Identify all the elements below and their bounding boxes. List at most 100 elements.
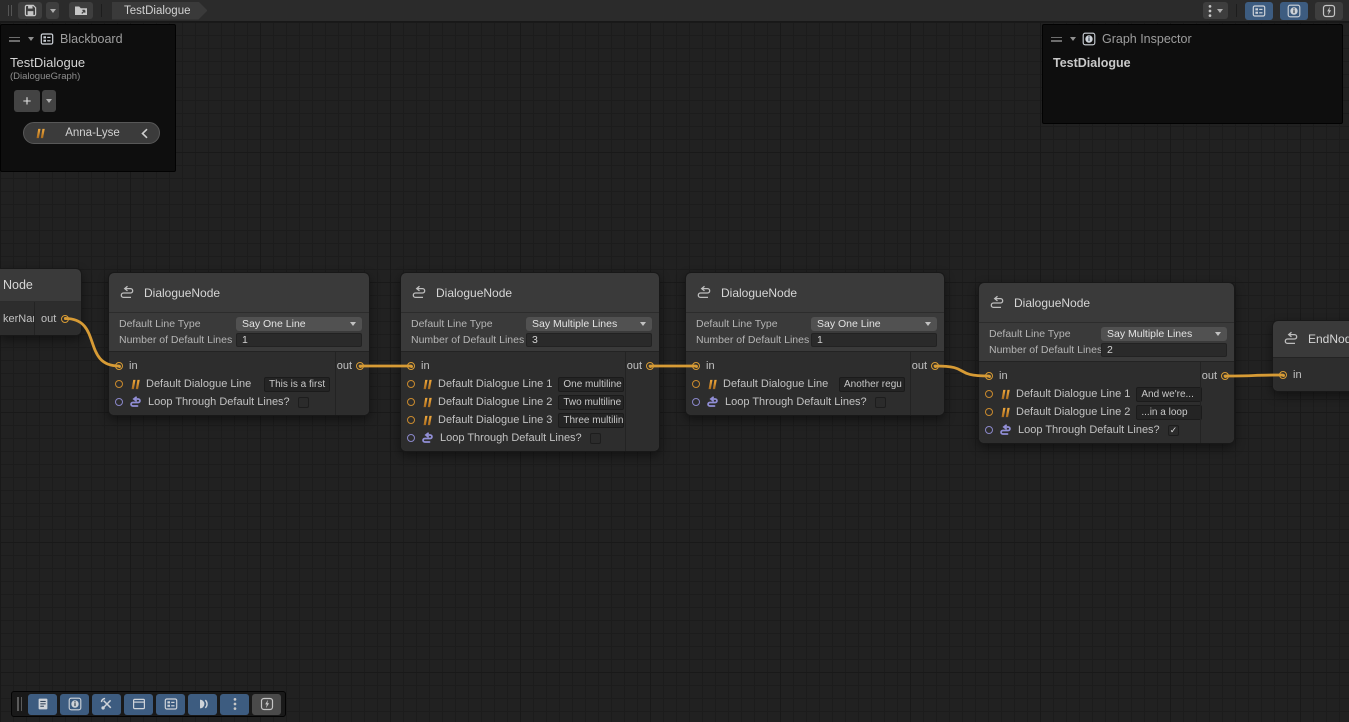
- chevron-down-icon: [1215, 332, 1221, 336]
- panels-menu-button[interactable]: [1203, 2, 1228, 19]
- enum-dropdown[interactable]: Say Multiple Lines: [1101, 327, 1227, 341]
- toolbar-drag-handle[interactable]: [17, 697, 22, 711]
- port-in-label: in: [129, 360, 138, 372]
- input-ports: inDefault Dialogue LineAnother reguLoop …: [686, 352, 910, 415]
- port-connector[interactable]: [692, 398, 700, 406]
- port-connector[interactable]: [985, 426, 993, 434]
- port-connector[interactable]: [407, 434, 415, 442]
- port-out-label: out: [912, 360, 927, 372]
- toolbar-window-icon-button[interactable]: [124, 694, 153, 715]
- port-text-field[interactable]: One multiline: [558, 377, 624, 392]
- output-ports: out: [335, 352, 369, 415]
- checkbox[interactable]: [875, 397, 886, 408]
- node-header[interactable]: EndNode: [1273, 321, 1349, 358]
- port-text-field[interactable]: And we're...: [1136, 387, 1202, 402]
- port-row-in: in: [401, 357, 625, 375]
- toolbar-document-icon-button[interactable]: [28, 694, 57, 715]
- toolbar-drag-handle[interactable]: [6, 5, 14, 16]
- port-text-field[interactable]: ...in a loop: [1136, 405, 1202, 420]
- blackboard-header[interactable]: Blackboard: [1, 25, 175, 51]
- port-connector[interactable]: [985, 408, 993, 416]
- toolbar-tools-icon-button[interactable]: [92, 694, 121, 715]
- graph-node-node[interactable]: NodekerNameout: [0, 268, 82, 336]
- node-header[interactable]: DialogueNode: [979, 283, 1234, 323]
- variable-pill[interactable]: Anna-Lyse: [23, 122, 160, 144]
- add-variable-button[interactable]: +: [14, 90, 40, 112]
- blackboard-title: Blackboard: [60, 32, 123, 46]
- collapse-arrow-icon[interactable]: [28, 37, 34, 41]
- graph-node-dialoguenode[interactable]: DialogueNodeDefault Line TypeSay One Lin…: [685, 272, 945, 416]
- output-ports: out: [1200, 362, 1234, 443]
- port-in-connector[interactable]: [407, 362, 415, 370]
- enum-dropdown[interactable]: Say One Line: [236, 317, 362, 331]
- graph-inspector-header[interactable]: Graph Inspector: [1043, 25, 1342, 51]
- enum-dropdown[interactable]: Say One Line: [811, 317, 937, 331]
- node-header[interactable]: Node: [0, 269, 81, 302]
- port-in-connector[interactable]: [115, 362, 123, 370]
- toggle-info-icon[interactable]: [1280, 2, 1308, 20]
- add-variable-dropdown[interactable]: [42, 90, 56, 112]
- save-button[interactable]: [18, 2, 42, 19]
- enum-dropdown[interactable]: Say Multiple Lines: [526, 317, 652, 331]
- graph-inspector-panel[interactable]: Graph Inspector TestDialogue: [1042, 24, 1343, 124]
- node-fields-section: Default Line TypeSay One LineNumber of D…: [109, 313, 369, 352]
- port-connector[interactable]: [407, 398, 415, 406]
- port-out-connector[interactable]: [646, 362, 654, 370]
- panel-drag-handle-icon[interactable]: [1051, 37, 1062, 42]
- port-text-field[interactable]: Two multiline: [558, 395, 624, 410]
- port-in-connector[interactable]: [1279, 371, 1287, 379]
- breadcrumb-label: TestDialogue: [124, 5, 190, 17]
- port-out-connector[interactable]: [356, 362, 364, 370]
- toggle-bolt-icon[interactable]: [1315, 2, 1343, 20]
- port-text-field[interactable]: This is a first: [264, 377, 330, 392]
- port-connector[interactable]: [692, 380, 700, 388]
- port-in-connector[interactable]: [985, 372, 993, 380]
- port-connector[interactable]: [407, 416, 415, 424]
- graph-node-dialoguenode[interactable]: DialogueNodeDefault Line TypeSay Multipl…: [978, 282, 1235, 444]
- field-label: Default Line Type: [411, 318, 526, 330]
- node-header[interactable]: DialogueNode: [401, 273, 659, 313]
- toolbar-ellipsis-icon-button[interactable]: [220, 694, 249, 715]
- port-out-connector[interactable]: [1221, 372, 1229, 380]
- toolbar-info-icon-button[interactable]: [60, 694, 89, 715]
- checkbox[interactable]: [298, 397, 309, 408]
- port-out-connector[interactable]: [931, 362, 939, 370]
- checkbox[interactable]: [1168, 425, 1179, 436]
- number-input[interactable]: 1: [811, 333, 937, 347]
- blackboard-panel[interactable]: Blackboard TestDialogue (DialogueGraph) …: [0, 24, 176, 172]
- graph-canvas[interactable]: NodekerNameoutDialogueNodeDefault Line T…: [0, 22, 1349, 722]
- graph-node-dialoguenode[interactable]: DialogueNodeDefault Line TypeSay Multipl…: [400, 272, 660, 452]
- save-dropdown-button[interactable]: [46, 2, 59, 19]
- port-in-connector[interactable]: [692, 362, 700, 370]
- port-label: Default Dialogue Line 2: [1016, 406, 1130, 418]
- field-label: Number of Default Lines: [989, 344, 1101, 356]
- graph-node-endnode[interactable]: EndNodein: [1272, 320, 1349, 392]
- graph-node-dialoguenode[interactable]: DialogueNodeDefault Line TypeSay One Lin…: [108, 272, 370, 416]
- open-asset-button[interactable]: [69, 2, 93, 19]
- node-fields-section: Default Line TypeSay Multiple LinesNumbe…: [401, 313, 659, 352]
- checkbox[interactable]: [590, 433, 601, 444]
- number-input[interactable]: 1: [236, 333, 362, 347]
- collapse-arrow-icon[interactable]: [1070, 37, 1076, 41]
- port-row-out: out: [627, 357, 654, 375]
- port-text-field[interactable]: Three multilin: [558, 413, 624, 428]
- toolbar-bolt-icon-button[interactable]: [252, 694, 281, 715]
- tools-icon: [100, 697, 114, 711]
- toolbar-minimap-icon-button[interactable]: [188, 694, 217, 715]
- breadcrumb-tab[interactable]: TestDialogue: [112, 2, 207, 20]
- port-connector[interactable]: [115, 398, 123, 406]
- port-out-connector[interactable]: [61, 315, 69, 323]
- number-input[interactable]: 3: [526, 333, 652, 347]
- toggle-blackboard-icon[interactable]: [1245, 2, 1273, 20]
- port-connector[interactable]: [985, 390, 993, 398]
- node-header[interactable]: DialogueNode: [109, 273, 369, 313]
- number-input[interactable]: 2: [1101, 343, 1227, 357]
- port-text-field[interactable]: Another regu: [839, 377, 905, 392]
- node-header[interactable]: DialogueNode: [686, 273, 944, 313]
- toolbar-blackboard-icon-button[interactable]: [156, 694, 185, 715]
- panel-drag-handle-icon[interactable]: [9, 37, 20, 42]
- port-connector[interactable]: [115, 380, 123, 388]
- port-row: Default Dialogue Line 2 ...in a loop: [979, 403, 1200, 421]
- port-connector[interactable]: [407, 380, 415, 388]
- port-out[interactable]: out: [34, 302, 81, 335]
